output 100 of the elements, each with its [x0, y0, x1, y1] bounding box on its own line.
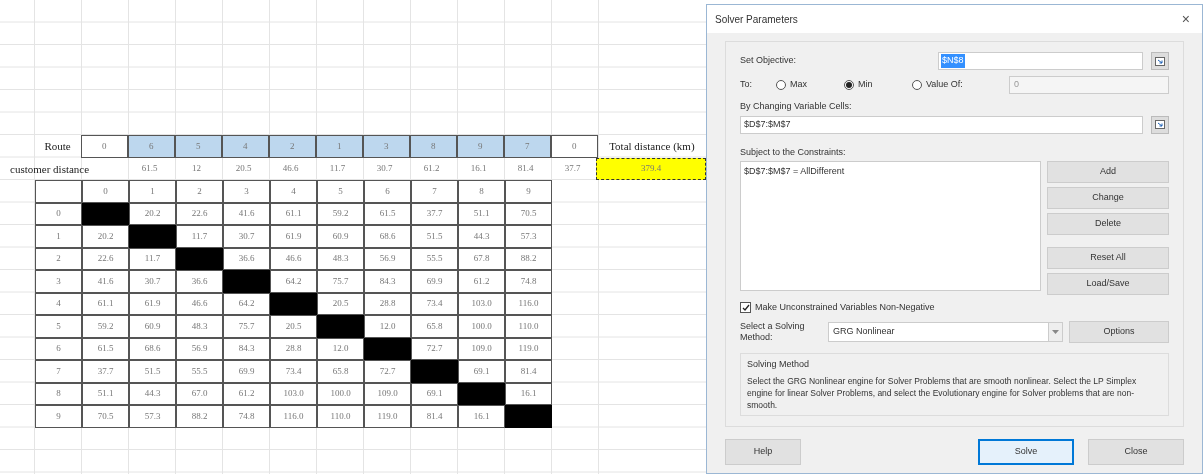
matrix-cell: 51.5 [411, 225, 458, 248]
matrix-cell: 48.3 [317, 247, 364, 270]
matrix-cell: 67.0 [176, 382, 223, 405]
matrix-cell: 103.0 [270, 382, 317, 405]
matrix-cell: 20.5 [317, 292, 364, 315]
dialog-button[interactable]: Load/Save [1047, 273, 1169, 295]
target-radio[interactable]: Max [776, 78, 844, 92]
route-cell: 0 [80, 135, 128, 158]
method-dropdown[interactable]: GRG Nonlinear [828, 321, 1063, 342]
matrix-header: 2 [176, 180, 223, 203]
distance-label: customer distance [9, 161, 91, 177]
distance-cell-text: 37.7 [563, 162, 582, 175]
matrix-cell: 69.1 [458, 360, 505, 383]
matrix-cell: 72.7 [364, 360, 411, 383]
constraints-label: Subject to the Constraints: [740, 145, 847, 159]
matrix-cell: 61.5 [364, 202, 411, 225]
target-radio[interactable]: Min [844, 78, 912, 92]
constraint-item[interactable]: $D$7:$M$7 = AllDifferent [744, 165, 1037, 179]
matrix-cell: 41.6 [82, 270, 129, 293]
matrix-cell: 37.7 [82, 360, 129, 383]
changing-cells-field[interactable]: $D$7:$M$7 [740, 115, 1143, 134]
matrix-cell: 61.9 [129, 292, 176, 315]
matrix-cell: 11.7 [176, 225, 223, 248]
matrix-cell: 44.3 [458, 225, 505, 248]
matrix-cell: 72.7 [411, 337, 458, 360]
dialog-button[interactable]: Delete [1047, 213, 1169, 235]
matrix-header: 9 [505, 180, 552, 203]
row-header: 3 [35, 270, 82, 293]
matrix-cell: 20.2 [82, 225, 129, 248]
checkbox[interactable] [740, 302, 751, 314]
matrix-cell: 73.4 [270, 360, 317, 383]
distance-cell-text: 11.7 [328, 162, 347, 175]
collapse-dialog-button[interactable] [1151, 52, 1169, 70]
matrix-cell: 36.6 [223, 247, 270, 270]
matrix-cell: 110.0 [317, 405, 364, 428]
footer-button[interactable]: Solve [978, 439, 1074, 465]
matrix-cell: 59.2 [317, 202, 364, 225]
row-header: 8 [35, 382, 82, 405]
collapse-dialog-button[interactable] [1151, 115, 1169, 134]
blocked-cell [364, 337, 411, 360]
dialog-button[interactable]: Add [1047, 161, 1169, 183]
dialog-title: Solver Parameters [715, 12, 798, 27]
matrix-cell: 74.8 [223, 405, 270, 428]
matrix-cell: 61.5 [82, 337, 129, 360]
matrix-cell: 12.0 [317, 337, 364, 360]
matrix-cell: 69.9 [223, 360, 270, 383]
caret-icon [1052, 329, 1059, 334]
distance-cell-text: 61.5 [140, 162, 159, 175]
options-button[interactable]: Options [1069, 320, 1169, 343]
radio-icon[interactable] [776, 80, 786, 90]
route-cell: 4 [221, 135, 269, 158]
matrix-cell: 20.2 [129, 202, 176, 225]
route-cell: 8 [409, 135, 457, 158]
row-header: 4 [35, 292, 82, 315]
matrix-cell: 65.8 [317, 360, 364, 383]
matrix-cell: 61.9 [270, 225, 317, 248]
radio-icon[interactable] [844, 80, 854, 90]
route-cell: 3 [362, 135, 410, 158]
row-header: 6 [35, 337, 82, 360]
blocked-cell [176, 247, 223, 270]
matrix-cell: 16.1 [458, 405, 505, 428]
matrix-cell: 116.0 [505, 292, 552, 315]
cell-range-icon [1155, 56, 1165, 66]
row-header: 7 [35, 360, 82, 383]
matrix-cell: 30.7 [129, 270, 176, 293]
matrix-cell: 84.3 [223, 337, 270, 360]
checkbox-label: Make Unconstrained Variables Non-Negative [755, 301, 935, 314]
changing-cells-label: By Changing Variable Cells: [740, 100, 853, 113]
row-header: 9 [35, 405, 82, 428]
row-header: 2 [35, 247, 82, 270]
matrix-cell: 119.0 [364, 405, 411, 428]
close-button[interactable]: × [1177, 8, 1194, 30]
route-cell: 9 [456, 135, 504, 158]
matrix-cell: 75.7 [223, 315, 270, 338]
method-label: Select a Solving Method: [740, 320, 806, 343]
matrix-cell: 30.7 [223, 225, 270, 248]
matrix-cell: 64.2 [270, 270, 317, 293]
total-value: 379.4 [596, 157, 706, 180]
matrix-cell: 75.7 [317, 270, 364, 293]
matrix-cell: 36.6 [176, 270, 223, 293]
dialog-button[interactable]: Reset All [1047, 247, 1169, 269]
radio-icon[interactable] [912, 80, 922, 90]
matrix-cell: 73.4 [411, 292, 458, 315]
dialog-button[interactable]: Change [1047, 187, 1169, 209]
method-group-title: Solving Method [747, 358, 811, 371]
distance-cell-text: 30.7 [375, 162, 394, 175]
route-cell: 6 [127, 135, 175, 158]
route-cell: 1 [315, 135, 363, 158]
matrix-cell: 84.3 [364, 270, 411, 293]
footer-button[interactable]: Help [725, 439, 801, 465]
target-radio[interactable]: Value Of: [912, 78, 980, 92]
matrix-cell: 55.5 [176, 360, 223, 383]
matrix-cell: 100.0 [458, 315, 505, 338]
matrix-cell: 68.6 [129, 337, 176, 360]
objective-label: Set Objective: [740, 54, 798, 68]
constraints-list[interactable]: $D$7:$M$7 = AllDifferent [740, 161, 1041, 291]
corner-cell [35, 180, 82, 203]
matrix-cell: 65.8 [411, 315, 458, 338]
footer-button[interactable]: Close [1088, 439, 1184, 465]
matrix-cell: 59.2 [82, 315, 129, 338]
